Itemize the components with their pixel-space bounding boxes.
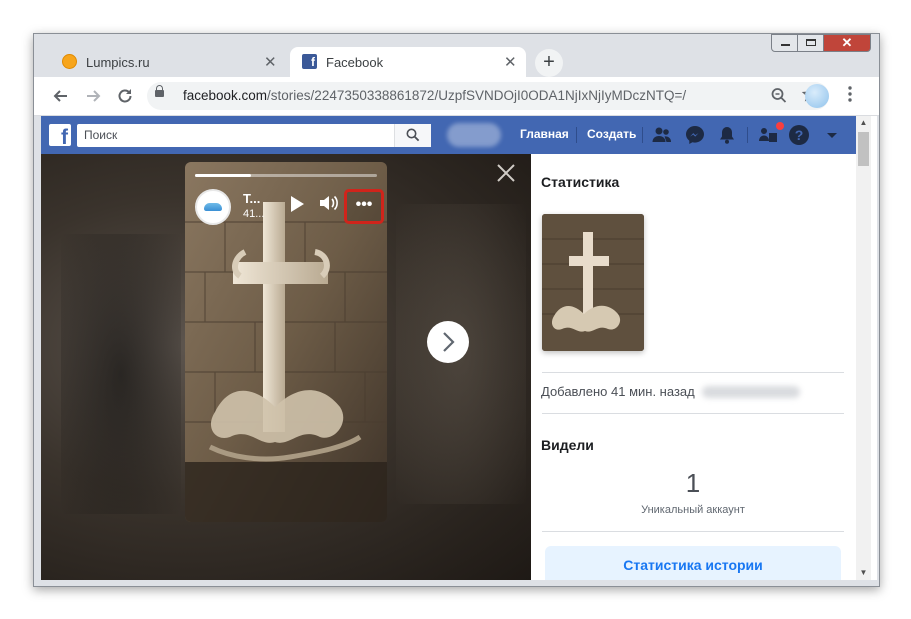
messenger-icon[interactable] [684,124,706,151]
scroll-down-icon[interactable]: ▼ [856,566,871,580]
nav-separator [642,127,643,143]
profile-shortcut[interactable] [447,123,501,147]
browser-toolbar: facebook.com/stories/2247350338861872/Uz… [34,77,879,116]
nav-create[interactable]: Создать [587,127,636,141]
story-author-avatar[interactable] [195,189,231,225]
chrome-menu-icon[interactable] [847,84,853,109]
tab-close-icon[interactable]: ✕ [504,53,517,71]
blurred-author-name [702,386,800,398]
story-author-name[interactable]: T... [243,191,260,206]
tab-title: Facebook [326,55,384,70]
story-card[interactable]: T... 41... ••• [185,162,387,522]
reload-icon [118,89,132,103]
help-icon[interactable]: ? [789,125,809,145]
search-placeholder: Поиск [84,128,118,142]
story-progress-bar [195,174,377,177]
story-thumbnail[interactable] [542,214,644,351]
story-more-options-button[interactable]: ••• [344,189,384,224]
tab-facebook[interactable]: f Facebook ✕ [290,47,526,77]
zoom-icon[interactable] [770,85,788,110]
reload-button[interactable] [112,83,138,109]
profile-avatar-icon[interactable] [805,84,829,108]
facebook-logo-icon[interactable]: f [49,124,71,146]
page-scrollbar[interactable]: ▲ ▼ [856,116,871,580]
new-tab-button[interactable]: + [535,49,563,77]
viewers-label: Уникальный аккаунт [641,504,745,516]
divider [542,531,844,532]
story-viewer: T... 41... ••• [41,154,531,580]
url-text[interactable]: facebook.com/stories/2247350338861872/Uz… [183,88,686,103]
facebook-header: f Поиск Главная Создать ? [41,116,856,155]
story-stats-panel: Статистика Добавлено 41 мин. назад Видел… [531,154,856,580]
maximize-button[interactable] [797,34,824,52]
scroll-thumb[interactable] [858,132,869,166]
story-added-time: Добавлено 41 мин. назад [541,384,695,399]
tab-close-icon[interactable]: ✕ [264,53,277,71]
minimize-button[interactable] [771,34,798,52]
facebook-search-input[interactable]: Поиск [77,124,431,147]
scroll-up-icon[interactable]: ▲ [856,116,871,130]
browser-window: Lumpics.ru ✕ f Facebook ✕ + ✕ facebook.c… [33,33,880,587]
lumpics-favicon-icon [62,54,77,69]
chevron-right-icon [443,332,455,352]
nav-home[interactable]: Главная [520,127,569,141]
story-time: 41... [243,208,265,220]
divider [542,413,844,414]
viewers-heading: Видели [541,437,594,453]
forward-arrow-icon [87,90,101,102]
story-background-blur [61,234,181,514]
tab-title: Lumpics.ru [86,55,150,70]
forward-button[interactable] [80,83,106,109]
lock-icon [155,85,164,97]
tab-strip: Lumpics.ru ✕ f Facebook ✕ + ✕ [34,34,879,77]
facebook-favicon-icon: f [302,54,317,69]
divider [542,372,844,373]
address-bar[interactable]: facebook.com/stories/2247350338861872/Uz… [147,82,829,110]
story-stats-button[interactable]: Статистика истории [545,546,841,580]
tab-lumpics[interactable]: Lumpics.ru ✕ [50,47,286,77]
notifications-icon[interactable] [716,124,738,151]
friends-icon[interactable] [651,124,673,151]
search-icon [406,128,420,142]
story-close-icon[interactable] [495,160,517,191]
next-story-button[interactable] [427,321,469,363]
close-window-button[interactable]: ✕ [823,34,871,52]
back-arrow-icon [53,90,67,102]
nav-separator [576,127,577,143]
panel-title: Статистика [541,174,620,190]
back-button[interactable] [48,83,74,109]
viewers-count: 1 [685,468,701,498]
story-progress-fill [195,174,252,177]
search-button[interactable] [394,124,431,147]
page-content: f Поиск Главная Создать ? T... 41... •••… [41,116,877,580]
notification-badge [776,122,784,130]
nav-separator [747,127,748,143]
account-menu-icon[interactable] [821,124,843,151]
